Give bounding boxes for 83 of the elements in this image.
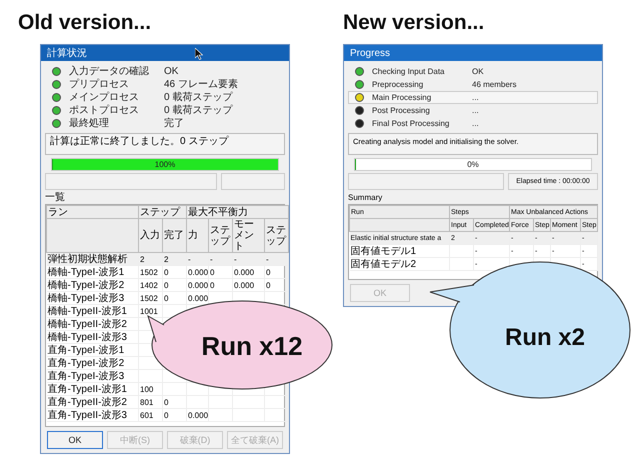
step-value: ...	[472, 92, 479, 103]
table-cell: 2	[138, 252, 162, 266]
dialog-button[interactable]: OK	[47, 431, 103, 449]
table-cell: 2	[162, 252, 186, 266]
table-cell: 直角-TypeII-波形3	[46, 408, 138, 422]
step-label: Preprocessing	[372, 79, 424, 90]
step-label: Checking Input Data	[372, 66, 446, 77]
table-cell: -	[186, 252, 208, 266]
table-cell: 0.000	[186, 266, 208, 278]
step-value: 46 members	[472, 79, 516, 90]
table-cell: 固有値モデル1	[350, 244, 450, 258]
column-header: 最大不平衡力	[186, 206, 288, 218]
table-cell: 直角-TypeI-波形3	[46, 370, 138, 382]
column-header: ステップ	[208, 218, 232, 252]
step-value: 完了	[164, 118, 184, 129]
column-header: ラン	[46, 206, 138, 218]
step-label: Final Post Processing	[372, 118, 450, 129]
column-header: モーメント	[232, 218, 264, 252]
table-cell: 0	[208, 278, 232, 292]
table-cell: 1502	[138, 292, 162, 304]
window-title: 計算状況	[47, 46, 87, 60]
table-cell: 固有値モデル2	[350, 258, 450, 270]
list-label: Summary	[348, 192, 384, 204]
section-heading: Old version...	[18, 10, 152, 36]
table-cell: -	[232, 252, 264, 266]
list-label: 一覧	[45, 192, 66, 204]
message-box: 計算は正常に終了しました。0 ステップ	[45, 133, 285, 155]
window-title: Progress	[350, 48, 390, 58]
table-cell: 橋軸-TypeI-波形1	[46, 266, 138, 278]
column-header: 力	[186, 218, 208, 252]
table-cell: 100	[138, 382, 162, 396]
step-value: 46 フレーム要素	[164, 79, 238, 90]
table-cell: 1402	[138, 278, 162, 292]
table-cell: 直角-TypeI-波形1	[46, 344, 138, 356]
step-label: ポストプロセス	[69, 105, 140, 116]
step-label: プリプロセス	[69, 79, 130, 90]
step-label: メインプロセス	[69, 92, 140, 103]
progress-label: 0%	[466, 159, 480, 170]
step-value: OK	[164, 66, 178, 77]
step-value: OK	[472, 66, 484, 77]
table-cell: 0.000	[232, 266, 264, 278]
table-cell: 0	[264, 266, 288, 278]
bubble-text: Run x12	[201, 331, 303, 361]
table-cell: 0	[208, 266, 232, 278]
table-cell: 0	[162, 292, 186, 304]
table-cell: 直角-TypeI-波形2	[46, 356, 138, 370]
table-cell: 0	[162, 396, 186, 408]
table-cell: 直角-TypeII-波形2	[46, 396, 138, 408]
table-cell: 0	[264, 278, 288, 292]
step-value: ...	[472, 118, 479, 129]
table-cell: 橋軸-TypeII-波形2	[46, 318, 138, 330]
column-header: 完了	[162, 218, 186, 252]
status-field	[221, 173, 285, 190]
table-cell: 1502	[138, 266, 162, 278]
table-cell: 橋軸-TypeII-波形3	[46, 330, 138, 344]
column-header: 入力	[138, 218, 162, 252]
table-cell: 0.000	[186, 278, 208, 292]
table-cell: 橋軸-TypeI-波形3	[46, 292, 138, 304]
table-cell: 橋軸-TypeII-波形1	[46, 304, 138, 318]
step-value: 0 載荷ステップ	[164, 105, 232, 116]
table-cell: 0.000	[232, 278, 264, 292]
table-cell: 0	[162, 278, 186, 292]
step-label: Main Processing	[372, 92, 432, 103]
bubble-text: Run x2	[505, 324, 585, 351]
step-label: 入力データの確認	[69, 66, 150, 77]
column-header: ステップ	[264, 218, 288, 252]
table-cell: 801	[138, 396, 162, 408]
table-cell: -	[208, 252, 232, 266]
section-heading: New version...	[343, 10, 486, 36]
step-value: ...	[472, 105, 479, 116]
table-cell: 弾性初期状態解析	[46, 252, 138, 266]
step-value: 0 載荷ステップ	[164, 92, 232, 103]
table-cell: 直角-TypeII-波形1	[46, 382, 138, 396]
table-cell: 0	[162, 408, 186, 422]
table-cell: -	[264, 252, 288, 266]
table-cell: 601	[138, 408, 162, 422]
table-cell: 橋軸-TypeI-波形2	[46, 278, 138, 292]
table-cell: 0	[162, 266, 186, 278]
column-header: ステップ	[138, 206, 186, 218]
table-cell: 0.000	[186, 408, 208, 422]
step-label: Post Processing	[372, 105, 431, 116]
step-label: 最終処理	[69, 118, 110, 129]
progress-label: 100%	[154, 159, 176, 170]
